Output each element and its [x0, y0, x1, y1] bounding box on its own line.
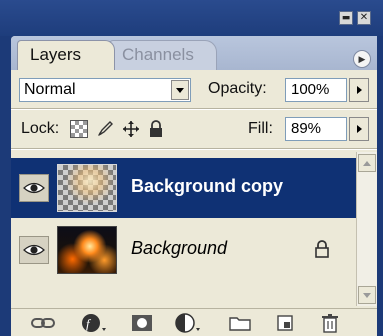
adjustment-layer-icon[interactable] [175, 313, 201, 333]
scroll-down-button[interactable] [358, 286, 376, 304]
divider [11, 108, 377, 110]
fill-input[interactable]: 89% [285, 117, 347, 141]
close-button[interactable]: ✕ [357, 11, 371, 25]
layer-row-background[interactable]: Background [11, 220, 356, 280]
tab-layers[interactable]: Layers [17, 40, 115, 70]
layer-name[interactable]: Background [131, 238, 227, 259]
tab-layers-label: Layers [30, 45, 82, 64]
chevron-down-icon[interactable] [171, 80, 189, 100]
trash-icon[interactable] [321, 313, 339, 333]
close-icon: ✕ [359, 12, 369, 23]
layer-thumbnail[interactable] [57, 226, 117, 274]
minimize-icon: ▬ [341, 12, 351, 23]
tab-strip: Channels Layers ▶ [11, 36, 377, 70]
visibility-toggle[interactable] [19, 174, 49, 202]
panel-menu-arrow-icon: ▶ [358, 53, 366, 64]
panel-menu-button[interactable]: ▶ [353, 50, 371, 68]
minimize-button[interactable]: ▬ [339, 11, 353, 25]
layers-list: Background copy Background [11, 152, 356, 306]
new-group-icon[interactable] [229, 313, 251, 333]
opacity-slider-button[interactable] [349, 78, 369, 102]
tab-channels-label: Channels [122, 45, 194, 64]
tab-channels[interactable]: Channels [109, 40, 217, 70]
opacity-input[interactable]: 100% [285, 78, 347, 102]
new-layer-icon[interactable] [276, 313, 294, 333]
eye-icon [23, 244, 45, 256]
layer-style-icon[interactable]: f [81, 313, 107, 333]
blend-mode-value: Normal [24, 81, 76, 98]
blend-mode-select[interactable]: Normal [19, 78, 191, 102]
layer-mask-icon[interactable] [131, 313, 153, 333]
lock-image-pixels-icon[interactable] [96, 120, 114, 138]
divider [11, 148, 377, 150]
layer-row-background-copy[interactable]: Background copy [11, 158, 356, 218]
fill-slider-button[interactable] [349, 117, 369, 141]
lock-position-icon[interactable] [122, 120, 140, 138]
lock-icon [314, 240, 330, 263]
lock-all-icon[interactable] [147, 120, 165, 138]
panel-title-bar[interactable]: ▬ ✕ [0, 0, 383, 36]
visibility-toggle[interactable] [19, 236, 49, 264]
layers-toolbar: f [11, 308, 377, 336]
lock-transparency-icon[interactable] [70, 120, 88, 138]
panel-body: Channels Layers ▶ Normal Opacity: 100% L… [11, 36, 377, 336]
layers-panel-window: ▬ ✕ Channels Layers ▶ Normal Opacity: 10… [0, 0, 383, 336]
layer-thumbnail[interactable] [57, 164, 117, 212]
opacity-label: Opacity: [208, 80, 267, 97]
layer-name[interactable]: Background copy [131, 176, 283, 197]
layers-scrollbar[interactable] [356, 152, 377, 306]
lock-label: Lock: [21, 120, 60, 137]
fill-label: Fill: [248, 120, 273, 137]
eye-icon [23, 182, 45, 194]
scroll-up-button[interactable] [358, 154, 376, 172]
link-layers-icon[interactable] [31, 313, 55, 333]
